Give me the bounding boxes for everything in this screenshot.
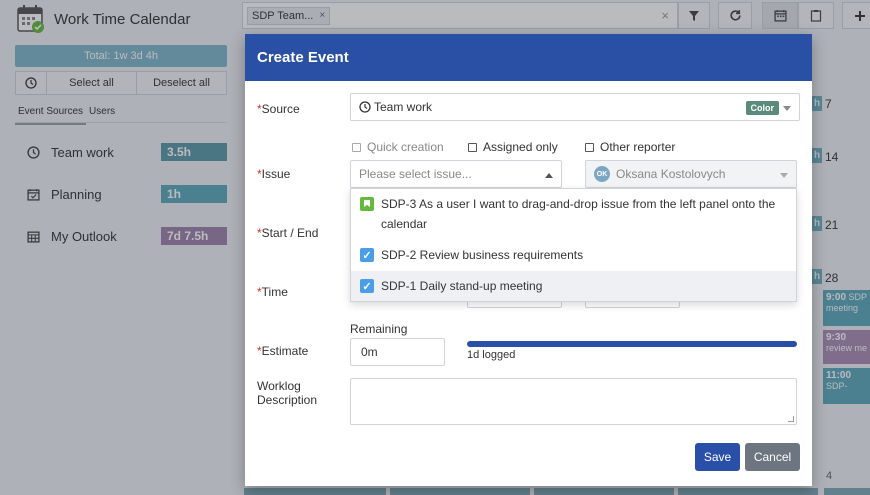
issue-select[interactable]: Please select issue... <box>350 160 562 188</box>
issue-option-sdp-1[interactable]: ✓ SDP-1 Daily stand-up meeting <box>351 271 796 301</box>
quick-creation-checkbox[interactable]: Quick creation <box>352 140 444 154</box>
logged-text: 1d logged <box>467 349 516 361</box>
issue-placeholder: Please select issue... <box>359 167 472 181</box>
issue-option-sdp-2[interactable]: ✓ SDP-2 Review business requirements <box>351 245 796 265</box>
checkbox-box <box>468 142 477 152</box>
chevron-down-icon <box>780 173 788 178</box>
create-event-dialog: Create Event *Source Team work Color Qui… <box>245 34 812 486</box>
checkbox-box <box>352 142 361 152</box>
worklog-description-label: Worklog Description <box>257 379 318 407</box>
start-end-label: *Start / End <box>257 226 319 240</box>
issue-option-text: SDP-1 Daily stand-up meeting <box>381 279 543 293</box>
logged-progress-bar <box>467 341 797 347</box>
issue-dropdown: SDP-3 As a user I want to drag-and-drop … <box>350 188 797 302</box>
estimate-input[interactable]: 0m <box>350 338 445 366</box>
source-label: *Source <box>257 102 300 116</box>
story-icon <box>360 197 374 211</box>
issue-option-text: SDP-3 As a user I want to drag-and-drop … <box>381 197 776 231</box>
assigned-only-checkbox[interactable]: Assigned only <box>468 140 558 154</box>
clock-icon <box>359 101 371 113</box>
chevron-down-icon <box>783 106 791 111</box>
remaining-label: Remaining <box>350 322 408 336</box>
estimate-label: *Estimate <box>257 344 309 358</box>
task-check-icon: ✓ <box>360 248 374 262</box>
issue-label: *Issue <box>257 167 291 181</box>
issue-option-sdp-3[interactable]: SDP-3 As a user I want to drag-and-drop … <box>351 194 796 234</box>
worklog-description-textarea[interactable] <box>350 378 797 425</box>
chevron-up-icon <box>545 173 553 178</box>
color-badge: Color <box>745 101 779 115</box>
checkbox-label: Other reporter <box>600 140 676 154</box>
source-value: Team work <box>374 100 433 114</box>
dialog-title: Create Event <box>245 34 812 81</box>
source-select[interactable]: Team work Color <box>350 93 800 121</box>
other-reporter-checkbox[interactable]: Other reporter <box>585 140 675 154</box>
resize-handle-icon[interactable] <box>788 416 794 422</box>
assignee-select[interactable]: OK Oksana Kostolovych <box>585 160 797 188</box>
save-button[interactable]: Save <box>695 443 740 471</box>
checkbox-label: Quick creation <box>367 140 444 154</box>
checkbox-label: Assigned only <box>483 140 558 154</box>
checkbox-box <box>585 142 594 152</box>
cancel-button[interactable]: Cancel <box>745 443 800 471</box>
assignee-name: Oksana Kostolovych <box>616 167 726 181</box>
task-check-icon: ✓ <box>360 279 374 293</box>
avatar: OK <box>594 166 610 182</box>
time-label: *Time <box>257 285 288 299</box>
issue-option-text: SDP-2 Review business requirements <box>381 248 584 262</box>
